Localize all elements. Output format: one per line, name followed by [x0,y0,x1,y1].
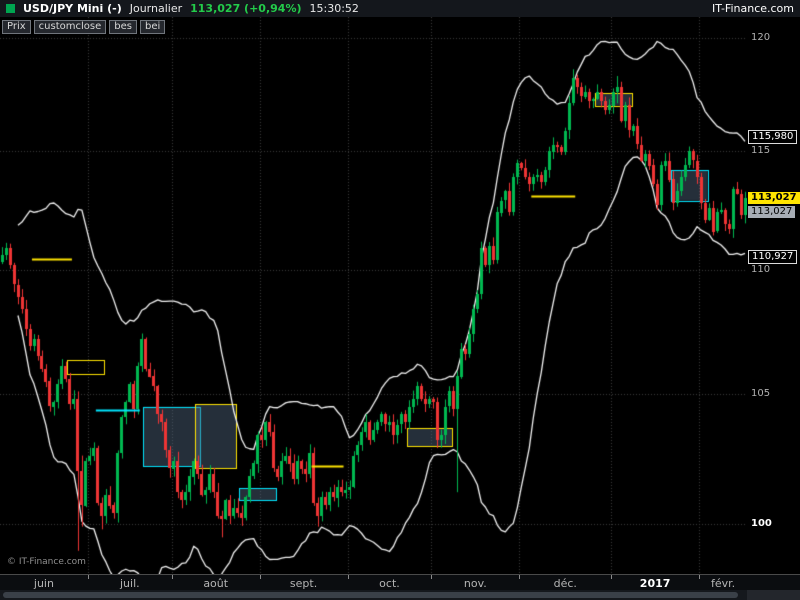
price-label: 115 [751,145,771,157]
month-label: août [203,577,229,590]
month-tick [260,575,261,579]
copyright-watermark: © IT-Finance.com [7,557,86,567]
price-chart[interactable] [0,17,747,574]
timeframe-label: Journalier [129,2,183,15]
month-tick [172,575,173,579]
instrument-name: USD/JPY Mini (-) [23,2,122,15]
month-label: 2017 [639,577,671,590]
price-label: 110,927 [748,250,798,265]
price-label: 113,027 [748,191,800,204]
price-label: 115,980 [748,130,798,145]
scrollbar-thumb[interactable] [3,592,738,598]
price-axis[interactable]: 120 115,980 115 113,027 113,027 110,927 110 105… [747,17,800,574]
month-label: nov. [463,577,487,590]
tab-prix[interactable]: Prix [2,20,31,34]
last-price-change: 113,027 (+0,94%) [190,2,302,15]
month-label: juil. [119,577,140,590]
price-label: 113,027 [748,205,796,218]
month-tick [348,575,349,579]
price-label: 120 [751,32,771,43]
month-tick [699,575,700,579]
time-axis[interactable]: juin juil. août sept. oct. nov. déc. 2017 févr. [0,574,747,590]
trading-platform-window: USD/JPY Mini (-) Journalier 113,027 (+0,… [0,0,800,600]
titlebar: USD/JPY Mini (-) Journalier 113,027 (+0,… [0,0,800,17]
brand-link[interactable]: IT-Finance.com [712,2,794,15]
month-tick [611,575,612,579]
instrument-status-icon [6,4,15,13]
month-tick [88,575,89,579]
tab-customclose[interactable]: customclose [33,20,107,34]
scrollbar-corner [747,590,800,600]
month-label: déc. [553,577,577,590]
price-label: 105 [751,387,771,399]
clock: 15:30:52 [309,2,359,15]
indicator-tabs: Prix customclose bes bei [2,20,166,34]
month-label: oct. [379,577,400,590]
month-label: juin [33,577,54,590]
tab-bes[interactable]: bes [109,20,137,34]
month-tick [519,575,520,579]
tab-bei[interactable]: bei [139,20,166,34]
price-label: 100 [751,518,772,529]
axis-corner [747,574,800,590]
price-label: 110 [751,263,771,275]
month-label: sept. [289,577,318,590]
month-label: févr. [710,577,736,590]
time-scrollbar [0,590,800,600]
month-tick [431,575,432,579]
